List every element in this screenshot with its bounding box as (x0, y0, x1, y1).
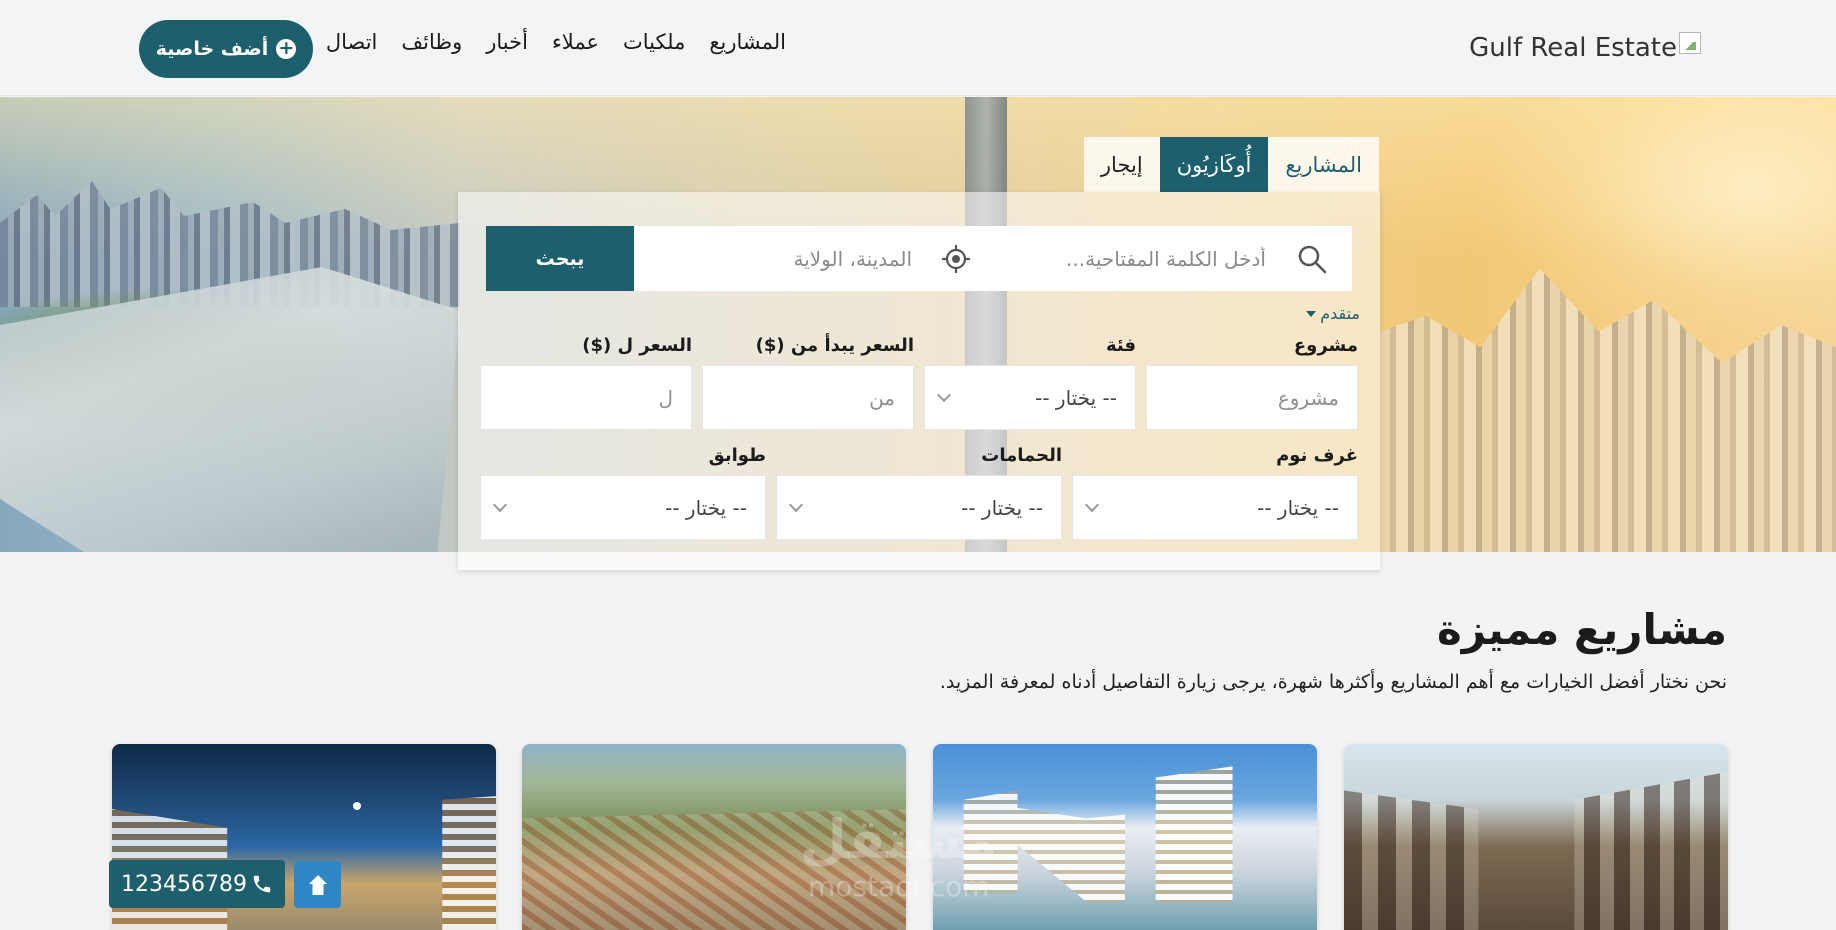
label-project: مشروع (1293, 335, 1358, 356)
main-nav: المشاريع ملكيات عملاء أخبار وظائف اتصال (326, 30, 786, 54)
label-price-to: السعر ل ($) (582, 335, 692, 356)
add-property-label: أضف خاصية (155, 38, 269, 60)
nav-item-jobs[interactable]: وظائف (401, 30, 462, 54)
chevron-down-icon (492, 497, 508, 513)
tab-rent[interactable]: إيجار (1083, 137, 1160, 192)
phone-button[interactable]: 123456789 (109, 860, 285, 908)
project-field[interactable]: مشروع (1146, 365, 1358, 430)
watermark-text: مستقل (800, 808, 998, 871)
bathrooms-value: -- يختار -- (961, 495, 1043, 520)
nav-item-clients[interactable]: عملاء (552, 30, 599, 54)
plus-circle-icon: + (276, 39, 297, 59)
phone-number: 123456789 (121, 871, 247, 897)
label-price-from: السعر يبدأ من ($) (755, 335, 914, 356)
label-category: فئة (1105, 335, 1136, 356)
nav-item-projects[interactable]: المشاريع (709, 30, 786, 54)
location-target-icon[interactable] (940, 243, 972, 275)
floors-select[interactable]: -- يختار -- (480, 475, 766, 540)
chevron-down-icon (1084, 497, 1100, 513)
search-panel: يبحث متقدم مشروع فئة السعر يبدأ من ($) ا… (458, 192, 1380, 570)
label-bedrooms: غرف نوم (1276, 445, 1358, 466)
category-select[interactable]: -- يختار -- (924, 365, 1136, 430)
label-floors: طوابق (708, 445, 766, 466)
project-placeholder: مشروع (1277, 385, 1339, 410)
bathrooms-select[interactable]: -- يختار -- (776, 475, 1062, 540)
add-property-button[interactable]: + أضف خاصية (139, 20, 313, 78)
nav-item-news[interactable]: أخبار (486, 30, 528, 54)
price-to-field[interactable]: ل (480, 365, 692, 430)
broken-image-icon (1679, 32, 1701, 54)
chevron-down-icon (936, 387, 952, 403)
price-from-placeholder: من (869, 385, 895, 410)
scroll-top-button[interactable] (294, 861, 341, 908)
project-card[interactable] (1344, 744, 1728, 930)
featured-title: مشاريع مميزة (1436, 605, 1727, 654)
chevron-down-icon (788, 497, 804, 513)
price-from-field[interactable]: من (702, 365, 914, 430)
nav-item-properties[interactable]: ملكيات (623, 30, 685, 54)
nav-item-contact[interactable]: اتصال (326, 30, 378, 54)
bedrooms-select[interactable]: -- يختار -- (1072, 475, 1358, 540)
featured-subtitle: نحن نختار أفضل الخيارات مع أهم المشاريع … (939, 671, 1727, 693)
search-button[interactable]: يبحث (486, 226, 634, 291)
navbar: Gulf Real Estate المشاريع ملكيات عملاء أ… (0, 0, 1836, 96)
floors-value: -- يختار -- (665, 495, 747, 520)
brand-logo[interactable]: Gulf Real Estate (1469, 30, 1701, 66)
search-tabs: المشاريع أُوكَازيُون إيجار (1083, 137, 1379, 192)
category-value: -- يختار -- (1035, 385, 1117, 410)
arrow-up-icon (308, 874, 327, 895)
bedrooms-value: -- يختار -- (1257, 495, 1339, 520)
advanced-label: متقدم (1320, 304, 1360, 323)
search-bar: يبحث (486, 226, 1352, 291)
caret-down-icon (1306, 310, 1317, 317)
keyword-input[interactable] (1036, 226, 1266, 291)
tab-auction[interactable]: أُوكَازيُون (1159, 137, 1269, 192)
price-to-placeholder: ل (658, 385, 673, 410)
phone-icon (253, 875, 271, 893)
advanced-toggle[interactable]: متقدم (1306, 304, 1360, 323)
search-icon (1298, 245, 1327, 274)
moon-glow (353, 802, 361, 810)
tab-projects[interactable]: المشاريع (1268, 137, 1379, 192)
location-input[interactable] (682, 226, 912, 291)
watermark-url: mostaql.com (808, 870, 990, 903)
brand-name: Gulf Real Estate (1469, 33, 1677, 63)
label-bathrooms: الحمامات (981, 445, 1062, 466)
